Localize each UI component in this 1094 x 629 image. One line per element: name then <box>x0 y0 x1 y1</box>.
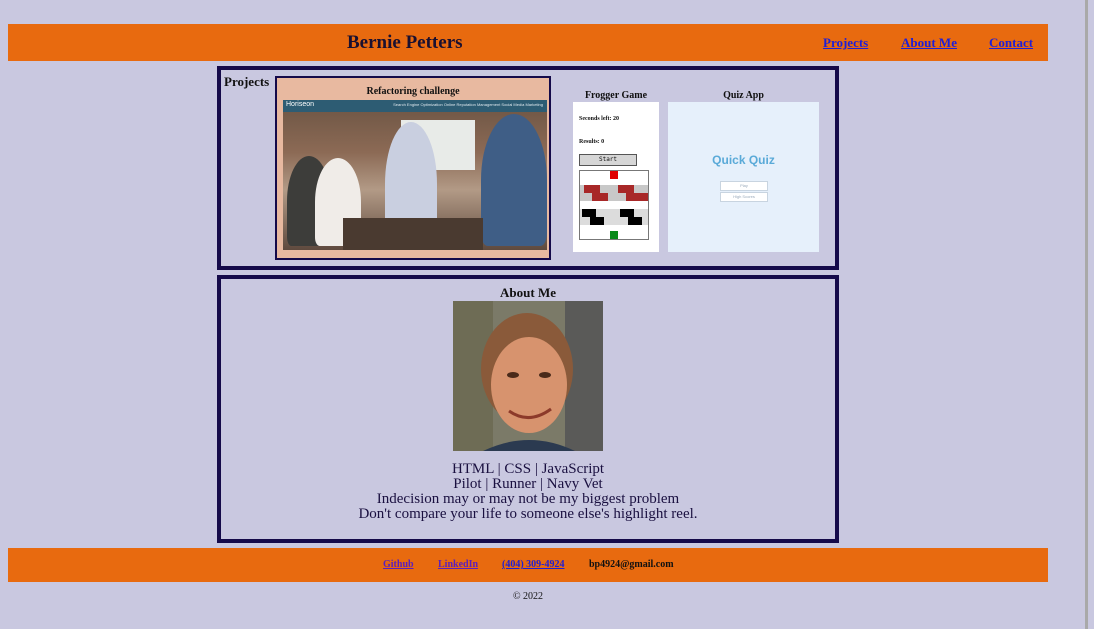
about-text: HTML | CSS | JavaScript Pilot | Runner |… <box>221 462 835 522</box>
about-line-hobbies: Pilot | Runner | Navy Vet <box>453 476 603 492</box>
vertical-scrollbar[interactable] <box>1085 0 1094 629</box>
profile-photo <box>453 301 603 451</box>
quiz-preview-image[interactable]: Quick Quiz Play High Scores <box>668 102 819 252</box>
projects-section: Projects Refactoring challenge Horiseon … <box>217 66 839 270</box>
frogger-preview-image[interactable]: Seconds left: 20 Results: 0 Start <box>573 102 659 252</box>
about-line-quote-1: Indecision may or may not be my biggest … <box>376 491 680 507</box>
frogger-log <box>582 209 596 217</box>
frogger-start-button: Start <box>579 154 637 166</box>
frogger-car <box>584 185 600 193</box>
frogger-board <box>579 170 649 240</box>
about-line-skills: HTML | CSS | JavaScript <box>451 461 605 477</box>
nav-link-projects[interactable]: Projects <box>823 35 868 51</box>
preview-brand: Horiseon <box>286 101 315 108</box>
footer-link-linkedin[interactable]: LinkedIn <box>438 559 478 570</box>
project-card-refactoring[interactable]: Refactoring challenge Horiseon Search En… <box>275 76 551 260</box>
project-card-frogger[interactable]: Frogger Game Seconds left: 20 Results: 0… <box>573 86 659 252</box>
quiz-high-scores-button: High Scores <box>720 192 768 202</box>
frogger-frog <box>610 231 618 239</box>
scrollbar-track[interactable] <box>1085 0 1088 629</box>
nav-link-about-me[interactable]: About Me <box>901 35 957 51</box>
about-line-quote-2: Don't compare your life to someone else'… <box>358 506 698 522</box>
frogger-car <box>592 193 608 201</box>
refactoring-preview-image[interactable]: Horiseon Search Engine Optimization Onli… <box>283 100 547 250</box>
frogger-goal-cell <box>610 171 618 179</box>
footer-email: bp4924@gmail.com <box>589 559 674 570</box>
site-footer: Github LinkedIn (404) 309-4924 bp4924@gm… <box>8 548 1048 582</box>
table-shape <box>343 218 483 250</box>
project-title-quiz: Quiz App <box>723 90 764 101</box>
copyright-text: © 2022 <box>512 591 544 602</box>
frogger-car <box>626 193 648 201</box>
frogger-seconds-text: Seconds left: 20 <box>579 116 619 122</box>
profile-photo-drawing <box>453 301 603 451</box>
person-shape <box>481 114 547 246</box>
preview-nav-links: Search Engine Optimization Online Reputa… <box>393 102 543 107</box>
frogger-log <box>620 209 634 217</box>
footer-link-github[interactable]: Github <box>383 559 414 570</box>
quiz-preview-heading: Quick Quiz <box>712 153 775 167</box>
nav-link-contact[interactable]: Contact <box>989 35 1033 51</box>
about-section: About Me HTML | CSS | JavaScript Pilot |… <box>217 275 839 543</box>
project-title-frogger: Frogger Game <box>584 90 648 101</box>
footer-link-phone[interactable]: (404) 309-4924 <box>502 559 565 570</box>
project-title-refactoring: Refactoring challenge <box>366 86 460 97</box>
about-heading: About Me <box>500 285 556 300</box>
preview-navbar: Horiseon Search Engine Optimization Onli… <box>283 100 547 112</box>
projects-heading: Projects <box>224 74 270 89</box>
frogger-log <box>628 217 642 225</box>
project-card-quiz[interactable]: Quiz App Quick Quiz Play High Scores <box>668 86 819 252</box>
site-title: Bernie Petters <box>347 32 463 53</box>
quiz-play-button: Play <box>720 181 768 191</box>
site-header: Bernie Petters Projects About Me Contact <box>8 24 1048 61</box>
frogger-results-text: Results: 0 <box>579 139 605 145</box>
frogger-log <box>590 217 604 225</box>
frogger-car <box>618 185 634 193</box>
